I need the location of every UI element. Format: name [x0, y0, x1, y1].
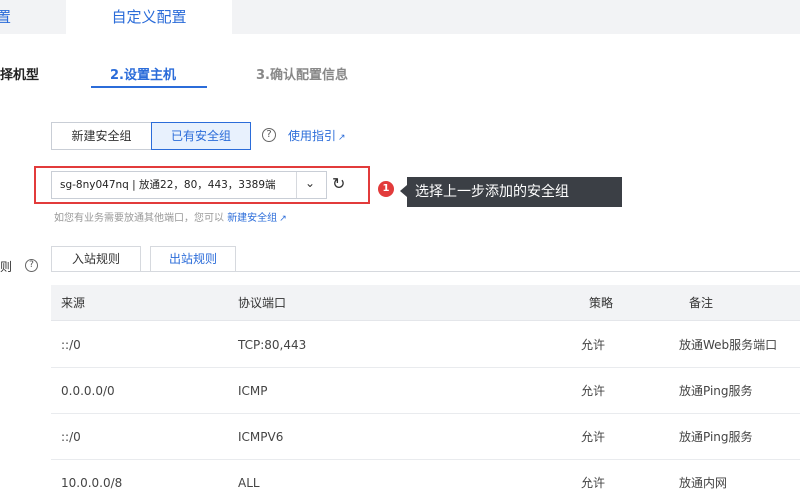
security-group-select-value: sg-8ny047nq | 放通22，80，443，3389端 [60, 179, 276, 191]
step-confirm-config: 3.确认配置信息 [256, 68, 348, 83]
tabs-divider [51, 271, 800, 272]
external-link-icon: ↗ [338, 133, 346, 143]
cell-policy: 允许 [581, 338, 606, 352]
chevron-down-icon[interactable]: ⌄ [305, 176, 315, 190]
cell-port: TCP:80,443 [238, 338, 307, 352]
cell-policy: 允许 [581, 384, 606, 398]
cell-policy: 允许 [581, 430, 606, 444]
table-row: ::/0 TCP:80,443 允许 放通Web服务端口 [51, 322, 800, 368]
cell-port: ICMPV6 [238, 430, 284, 444]
column-header-port: 协议端口 [238, 296, 287, 310]
tab-inbound-rules[interactable]: 入站规则 [51, 246, 141, 272]
hint-new-security-group-link[interactable]: 新建安全组 [227, 213, 277, 224]
usage-guide-link[interactable]: 使用指引 ↗ [288, 127, 346, 144]
table-row: ::/0 ICMPV6 允许 放通Ping服务 [51, 414, 800, 460]
table-row: 0.0.0.0/0 ICMP 允许 放通Ping服务 [51, 368, 800, 414]
column-header-note: 备注 [689, 296, 714, 310]
question-circle-icon[interactable]: ? [25, 259, 38, 272]
annotation-badge: 1 [378, 181, 394, 197]
hint-text: 如您有业务需要放通其他端口，您可以 新建安全组 ↗ [54, 209, 287, 224]
cell-note: 放通Web服务端口 [679, 338, 778, 352]
rules-table-header: 来源 协议端口 策略 备注 [51, 285, 800, 321]
cell-source: 0.0.0.0/0 [61, 384, 115, 398]
column-header-policy: 策略 [589, 296, 614, 310]
select-divider [296, 172, 297, 198]
annotation-tooltip: 选择上一步添加的安全组 [407, 177, 622, 207]
cell-note: 放通内网 [679, 476, 728, 490]
refresh-icon[interactable]: ↻ [332, 174, 345, 193]
step-select-model: 择机型 [0, 68, 40, 83]
cell-source: 10.0.0.0/8 [61, 476, 123, 490]
top-tab-bar: 置 自定义配置 [0, 0, 800, 34]
question-circle-icon[interactable]: ? [262, 128, 276, 142]
usage-guide-label: 使用指引 [288, 129, 337, 143]
cell-note: 放通Ping服务 [679, 384, 753, 398]
existing-security-group-button[interactable]: 已有安全组 [151, 122, 251, 150]
external-link-icon: ↗ [279, 214, 287, 224]
cell-port: ALL [238, 476, 260, 490]
cell-source: ::/0 [61, 430, 81, 444]
security-group-select[interactable]: sg-8ny047nq | 放通22，80，443，3389端 ⌄ [51, 171, 327, 199]
cell-port: ICMP [238, 384, 268, 398]
cell-policy: 允许 [581, 476, 606, 490]
active-step-underline [91, 86, 207, 88]
rules-label: 则 [0, 260, 13, 274]
table-row: 10.0.0.0/8 ALL 允许 放通内网 [51, 460, 800, 500]
tooltip-arrow [400, 185, 407, 197]
tab-outbound-rules[interactable]: 出站规则 [150, 246, 236, 272]
column-header-source: 来源 [61, 296, 86, 310]
tab-custom-config[interactable]: 自定义配置 [66, 0, 232, 34]
cell-note: 放通Ping服务 [679, 430, 753, 444]
step-set-host: 2.设置主机 [110, 68, 176, 83]
tab-quick-config[interactable]: 置 [0, 0, 38, 34]
new-security-group-button[interactable]: 新建安全组 [51, 122, 152, 150]
cell-source: ::/0 [61, 338, 81, 352]
hint-text-label: 如您有业务需要放通其他端口，您可以 [54, 213, 224, 224]
